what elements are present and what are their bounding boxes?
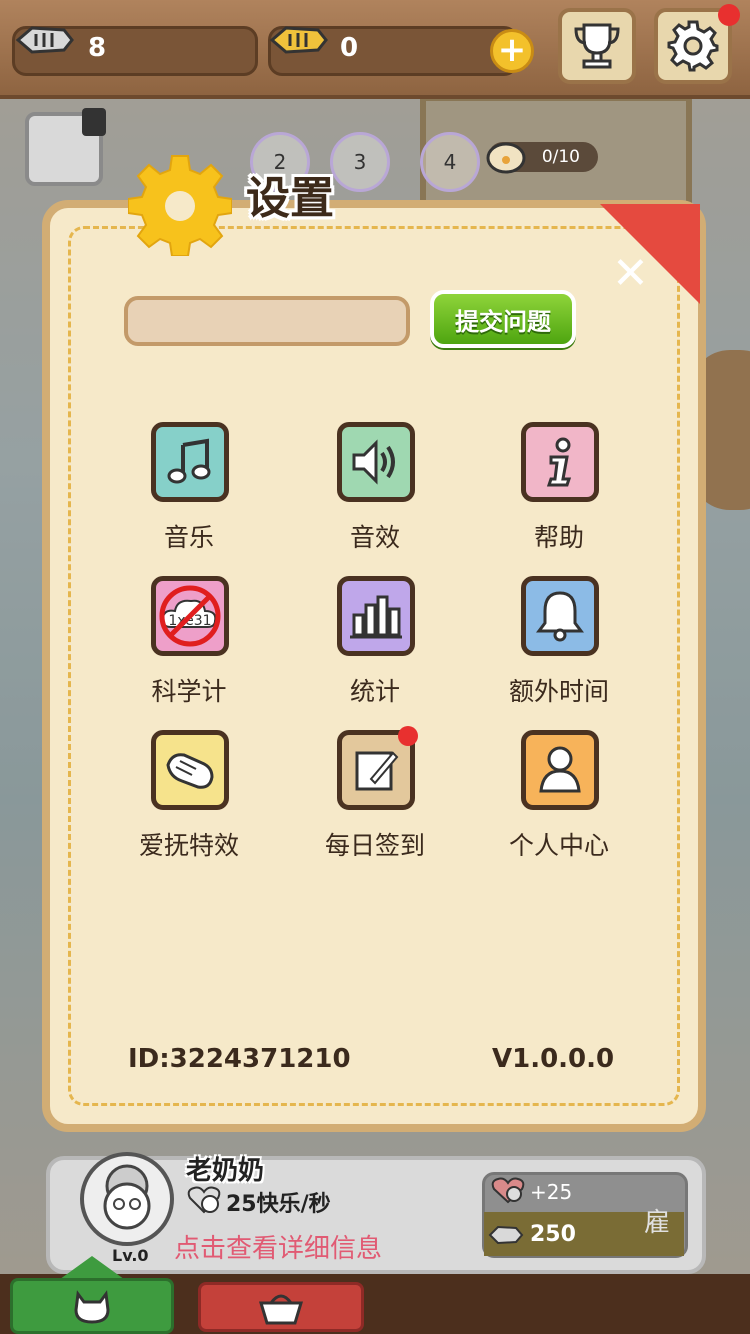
option-label: 统计	[349, 677, 400, 706]
dialog-title: 设置	[246, 173, 334, 224]
paw-bag-icon	[486, 142, 526, 174]
bell-icon[interactable]	[521, 576, 599, 656]
option-petting-effect[interactable]: 爱抚特效	[114, 730, 264, 880]
fish-bone-icon	[488, 1225, 524, 1245]
view-details-link[interactable]: 点击查看详细信息	[174, 1228, 382, 1265]
option-stats[interactable]: 统计	[300, 576, 450, 726]
option-daily-checkin[interactable]: 每日签到	[300, 730, 450, 880]
tab-shop[interactable]	[198, 1282, 364, 1332]
option-label: 额外时间	[508, 677, 609, 706]
gold-fish-bone-icon	[269, 26, 328, 54]
bubble-4[interactable]: 4	[420, 132, 480, 192]
option-label: 音乐	[163, 523, 214, 552]
notification-dot	[718, 4, 740, 26]
fish-bones-count: 8	[88, 33, 107, 63]
option-scientific[interactable]: 1xe31 科学计	[114, 576, 264, 726]
heart-clock-icon	[491, 1177, 525, 1204]
player-id: ID:3224371210	[128, 1044, 351, 1074]
option-help[interactable]: 帮助	[484, 422, 634, 572]
option-sound[interactable]: 音效	[300, 422, 450, 572]
feedback-input[interactable]	[124, 296, 410, 346]
option-label: 每日签到	[324, 831, 425, 860]
option-label: 爱抚特效	[138, 831, 239, 860]
hire-cost: 250	[530, 1222, 576, 1247]
close-icon[interactable]: ✕	[612, 248, 649, 299]
checkin-notification-dot	[398, 726, 418, 746]
trophy-button[interactable]	[558, 8, 636, 84]
option-music[interactable]: 音乐	[114, 422, 264, 572]
tab-cats[interactable]	[10, 1278, 174, 1334]
info-icon[interactable]	[521, 422, 599, 502]
speaker-icon[interactable]	[337, 422, 415, 502]
happiness-rate: 25快乐/秒	[226, 1192, 331, 1217]
gold-fish-count: 0	[340, 33, 359, 63]
option-label: 帮助	[533, 523, 584, 552]
option-label: 科学计	[151, 677, 227, 706]
basket-icon	[258, 1294, 304, 1325]
character-name: 老奶奶	[186, 1156, 265, 1186]
gear-icon	[667, 20, 719, 72]
person-icon[interactable]	[521, 730, 599, 810]
option-label: 个人中心	[508, 831, 609, 860]
settings-gear-icon	[128, 155, 232, 256]
option-extra-time[interactable]: 额外时间	[484, 576, 634, 726]
cloud-no-icon[interactable]: 1xe31	[151, 576, 229, 656]
hire-bonus: +25	[530, 1180, 573, 1204]
trophy-icon	[574, 23, 620, 69]
lock-icon	[82, 108, 106, 136]
petting-hand-icon[interactable]	[151, 730, 229, 810]
app-version: V1.0.0.0	[492, 1044, 615, 1074]
option-label: 音效	[349, 523, 400, 552]
heart-clock-icon	[187, 1186, 221, 1214]
cat-icon	[74, 1290, 110, 1324]
bar-chart-icon[interactable]	[337, 576, 415, 656]
add-currency-button[interactable]: +	[490, 29, 534, 73]
avatar	[80, 1152, 174, 1246]
music-note-icon[interactable]	[151, 422, 229, 502]
bubble-3[interactable]: 3	[330, 132, 390, 192]
fish-bone-icon	[15, 26, 74, 54]
option-profile[interactable]: 个人中心	[484, 730, 634, 880]
submit-feedback-button[interactable]: 提交问题	[430, 290, 576, 348]
hire-label: 雇	[644, 1208, 671, 1238]
